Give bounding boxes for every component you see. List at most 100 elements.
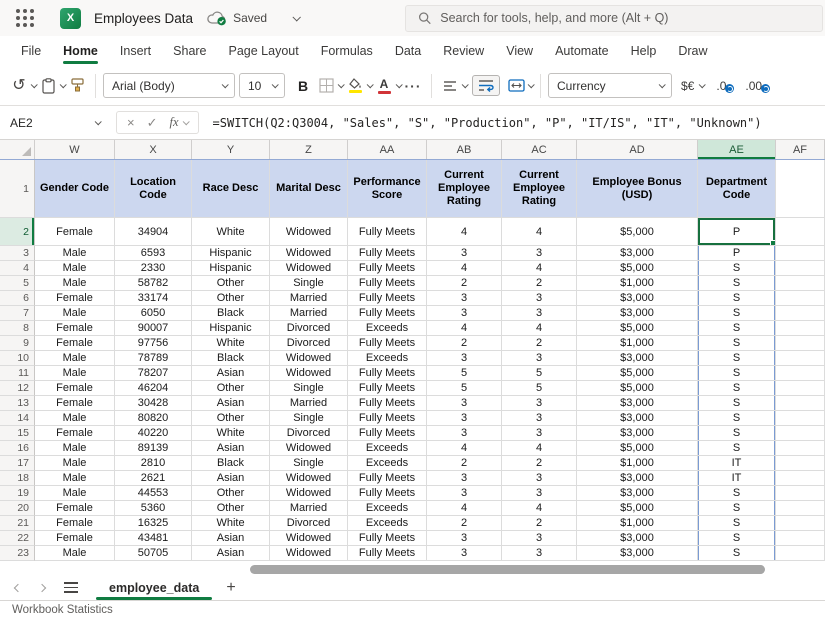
- cell-AE6[interactable]: S: [698, 291, 776, 306]
- cell-AA1[interactable]: Performance Score: [348, 160, 427, 218]
- cell-Y18[interactable]: Asian: [192, 471, 270, 486]
- cell-Z10[interactable]: Widowed: [270, 351, 348, 366]
- cell-Y7[interactable]: Black: [192, 306, 270, 321]
- more-formatting-button[interactable]: ···: [402, 73, 424, 99]
- cell-Y3[interactable]: Hispanic: [192, 246, 270, 261]
- cell-AC16[interactable]: 4: [502, 441, 577, 456]
- cell-Y13[interactable]: Asian: [192, 396, 270, 411]
- cell-X1[interactable]: Location Code: [115, 160, 192, 218]
- cell-Y14[interactable]: Other: [192, 411, 270, 426]
- cell-AB17[interactable]: 2: [427, 456, 502, 471]
- cell-X9[interactable]: 97756: [115, 336, 192, 351]
- cell-W12[interactable]: Female: [35, 381, 115, 396]
- column-header-AE[interactable]: AE: [698, 140, 776, 159]
- cell-X11[interactable]: 78207: [115, 366, 192, 381]
- cell-X19[interactable]: 44553: [115, 486, 192, 501]
- cell-AD1[interactable]: Employee Bonus (USD): [577, 160, 698, 218]
- cell-AF21[interactable]: [776, 516, 825, 531]
- insert-function-button[interactable]: fx: [170, 115, 188, 130]
- cell-Z17[interactable]: Single: [270, 456, 348, 471]
- cell-AE5[interactable]: S: [698, 276, 776, 291]
- menu-draw[interactable]: Draw: [667, 36, 718, 66]
- cell-AC19[interactable]: 3: [502, 486, 577, 501]
- cell-AC7[interactable]: 3: [502, 306, 577, 321]
- cell-AD19[interactable]: $3,000: [577, 486, 698, 501]
- row-header-19[interactable]: 19: [0, 486, 35, 501]
- cell-X5[interactable]: 58782: [115, 276, 192, 291]
- cell-AF2[interactable]: [776, 218, 825, 246]
- cell-Y4[interactable]: Hispanic: [192, 261, 270, 276]
- cell-Y21[interactable]: White: [192, 516, 270, 531]
- font-name-select[interactable]: Arial (Body): [103, 73, 235, 98]
- cell-W8[interactable]: Female: [35, 321, 115, 336]
- paste-button[interactable]: [37, 73, 59, 99]
- menu-home[interactable]: Home: [52, 36, 109, 66]
- cell-W1[interactable]: Gender Code: [35, 160, 115, 218]
- cell-AB9[interactable]: 2: [427, 336, 502, 351]
- cell-AF4[interactable]: [776, 261, 825, 276]
- cell-AB2[interactable]: 4: [427, 218, 502, 246]
- cell-AF16[interactable]: [776, 441, 825, 456]
- cell-AC11[interactable]: 5: [502, 366, 577, 381]
- cell-AE3[interactable]: P: [698, 246, 776, 261]
- sheet-nav-prev-button[interactable]: [8, 578, 28, 598]
- cell-AA15[interactable]: Fully Meets: [348, 426, 427, 441]
- cell-W14[interactable]: Male: [35, 411, 115, 426]
- menu-file[interactable]: File: [10, 36, 52, 66]
- cell-AB15[interactable]: 3: [427, 426, 502, 441]
- cell-AF12[interactable]: [776, 381, 825, 396]
- row-header-8[interactable]: 8: [0, 321, 35, 336]
- decrease-decimal-button[interactable]: .0: [716, 79, 735, 93]
- cell-AE1[interactable]: Department Code: [698, 160, 776, 218]
- menu-page-layout[interactable]: Page Layout: [218, 36, 310, 66]
- font-color-button[interactable]: A: [373, 73, 395, 99]
- cell-AD6[interactable]: $3,000: [577, 291, 698, 306]
- cell-Y19[interactable]: Other: [192, 486, 270, 501]
- cell-AB22[interactable]: 3: [427, 531, 502, 546]
- cell-AA23[interactable]: Fully Meets: [348, 546, 427, 561]
- cell-W17[interactable]: Male: [35, 456, 115, 471]
- cell-AF18[interactable]: [776, 471, 825, 486]
- cell-AF7[interactable]: [776, 306, 825, 321]
- cell-AB19[interactable]: 3: [427, 486, 502, 501]
- row-header-7[interactable]: 7: [0, 306, 35, 321]
- cell-AB4[interactable]: 4: [427, 261, 502, 276]
- cell-AB11[interactable]: 5: [427, 366, 502, 381]
- cell-AB14[interactable]: 3: [427, 411, 502, 426]
- cell-Z7[interactable]: Married: [270, 306, 348, 321]
- menu-share[interactable]: Share: [162, 36, 217, 66]
- cell-Y22[interactable]: Asian: [192, 531, 270, 546]
- row-header-15[interactable]: 15: [0, 426, 35, 441]
- cell-AB18[interactable]: 3: [427, 471, 502, 486]
- cell-Z2[interactable]: Widowed: [270, 218, 348, 246]
- cell-AF22[interactable]: [776, 531, 825, 546]
- cell-AC4[interactable]: 4: [502, 261, 577, 276]
- merge-cells-button[interactable]: [505, 73, 527, 99]
- cell-AD16[interactable]: $5,000: [577, 441, 698, 456]
- row-header-1[interactable]: 1: [0, 160, 35, 218]
- cell-AC18[interactable]: 3: [502, 471, 577, 486]
- column-header-AD[interactable]: AD: [577, 140, 698, 159]
- cell-W19[interactable]: Male: [35, 486, 115, 501]
- wrap-text-toggle[interactable]: [472, 75, 500, 96]
- cell-X21[interactable]: 16325: [115, 516, 192, 531]
- cell-W20[interactable]: Female: [35, 501, 115, 516]
- cell-Z12[interactable]: Single: [270, 381, 348, 396]
- row-header-12[interactable]: 12: [0, 381, 35, 396]
- cell-AB8[interactable]: 4: [427, 321, 502, 336]
- cell-AA13[interactable]: Fully Meets: [348, 396, 427, 411]
- cell-Z23[interactable]: Widowed: [270, 546, 348, 561]
- formula-input[interactable]: =SWITCH(Q2:Q3004, "Sales", "S", "Product…: [213, 116, 762, 130]
- cell-AD13[interactable]: $3,000: [577, 396, 698, 411]
- cell-AC1[interactable]: Current Employee Rating: [502, 160, 577, 218]
- cell-AF13[interactable]: [776, 396, 825, 411]
- cell-W22[interactable]: Female: [35, 531, 115, 546]
- cell-W5[interactable]: Male: [35, 276, 115, 291]
- workbook-statistics-button[interactable]: Workbook Statistics: [12, 604, 113, 616]
- undo-button[interactable]: ↺: [8, 73, 30, 99]
- cell-AA22[interactable]: Fully Meets: [348, 531, 427, 546]
- cell-AC13[interactable]: 3: [502, 396, 577, 411]
- search-box[interactable]: [405, 5, 823, 32]
- cell-Y16[interactable]: Asian: [192, 441, 270, 456]
- cell-AA10[interactable]: Exceeds: [348, 351, 427, 366]
